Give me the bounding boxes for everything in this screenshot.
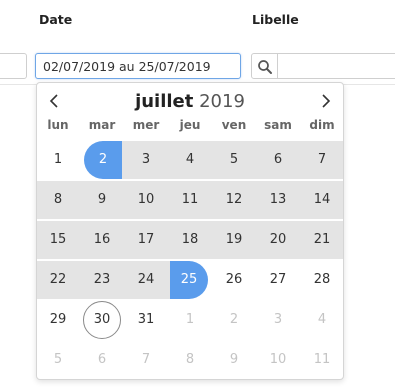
calendar-day[interactable]: 23 [80,261,124,299]
week-row: 15 16 17 18 19 20 21 [37,220,343,260]
calendar-day[interactable]: 18 [168,221,212,259]
week-row: 29 30 31 1 2 3 4 [37,300,343,340]
calendar-day-other-month[interactable]: 9 [212,341,256,379]
calendar-day[interactable]: 11 [168,181,212,219]
calendar-day[interactable]: 4 [168,141,212,179]
calendar-day[interactable]: 28 [300,261,343,299]
calendar-day[interactable]: 14 [300,181,343,219]
date-range-input[interactable]: 02/07/2019 au 25/07/2019 [35,53,241,79]
calendar-day-other-month[interactable]: 1 [168,301,212,339]
next-month-button[interactable] [318,91,334,111]
range-start-day: 2 [84,141,122,179]
week-row: 1234567 [37,140,343,180]
today-marker: 30 [83,301,121,339]
month-year-title[interactable]: juillet 2019 [37,91,343,112]
calendar-day-other-month[interactable]: 5 [37,341,80,379]
date-range-picker-popup: juillet 2019 lun mar mer jeu ven sam dim 12345… [36,82,344,380]
calendar-day[interactable]: 25 [168,261,212,299]
month-name: juillet [135,91,194,112]
weekday-label: mer [132,118,160,132]
calendar-day[interactable]: 31 [124,301,168,339]
calendar-day-other-month[interactable]: 10 [256,341,300,379]
calendar-day[interactable]: 12 [212,181,256,219]
calendar-day[interactable]: 5 [212,141,256,179]
calendar-day[interactable]: 26 [212,261,256,299]
libelle-column-label: Libelle [252,12,299,27]
calendar-day[interactable]: 7 [300,141,343,179]
calendar-day[interactable]: 22 [37,261,80,299]
calendar-day[interactable]: 19 [212,221,256,259]
week-row: 5 6 7 8 9 10 11 [37,340,343,379]
calendar-day[interactable]: 29 [37,301,80,339]
previous-filter-input[interactable] [0,53,27,79]
week-row: 8 9 10 11 12 13 14 [37,180,343,220]
range-end-day: 25 [170,261,208,299]
calendar-day[interactable]: 24 [124,261,168,299]
calendar-day[interactable]: 30 [80,301,124,339]
weekday-label: sam [264,118,292,132]
calendar-day-other-month[interactable]: 3 [256,301,300,339]
calendar-day[interactable]: 27 [256,261,300,299]
calendar-day[interactable]: 10 [124,181,168,219]
weekday-label: mar [88,118,116,132]
search-divider [277,54,278,78]
calendar-day[interactable]: 3 [124,141,168,179]
date-column-label: Date [39,12,73,27]
week-row: 22 23 24 25 26 27 28 [37,260,343,300]
weekday-header: lun mar mer jeu ven sam dim [37,118,343,134]
calendar-day[interactable]: 17 [124,221,168,259]
year: 2019 [199,91,245,112]
libelle-filter-field[interactable] [251,53,395,79]
chevron-right-icon [322,94,331,108]
calendar-day-other-month[interactable]: 4 [300,301,343,339]
calendar-day[interactable]: 9 [80,181,124,219]
calendar-day[interactable]: 13 [256,181,300,219]
calendar-day[interactable]: 2 [80,141,124,179]
calendar-day-other-month[interactable]: 7 [124,341,168,379]
weekday-label: jeu [179,118,201,132]
calendar-day[interactable]: 16 [80,221,124,259]
calendar-day-other-month[interactable]: 6 [80,341,124,379]
calendar-day[interactable]: 6 [256,141,300,179]
calendar-day-other-month[interactable]: 2 [212,301,256,339]
calendar-day[interactable]: 1 [37,141,80,179]
calendar-day[interactable]: 15 [37,221,80,259]
calendar-day[interactable]: 21 [300,221,343,259]
weekday-label: ven [221,118,247,132]
calendar-day-other-month[interactable]: 8 [168,341,212,379]
weekday-label: dim [309,118,335,132]
calendar-day-other-month[interactable]: 11 [300,341,343,379]
calendar-day[interactable]: 8 [37,181,80,219]
calendar-day[interactable]: 20 [256,221,300,259]
weekday-label: lun [47,118,69,132]
search-icon[interactable] [256,58,274,76]
